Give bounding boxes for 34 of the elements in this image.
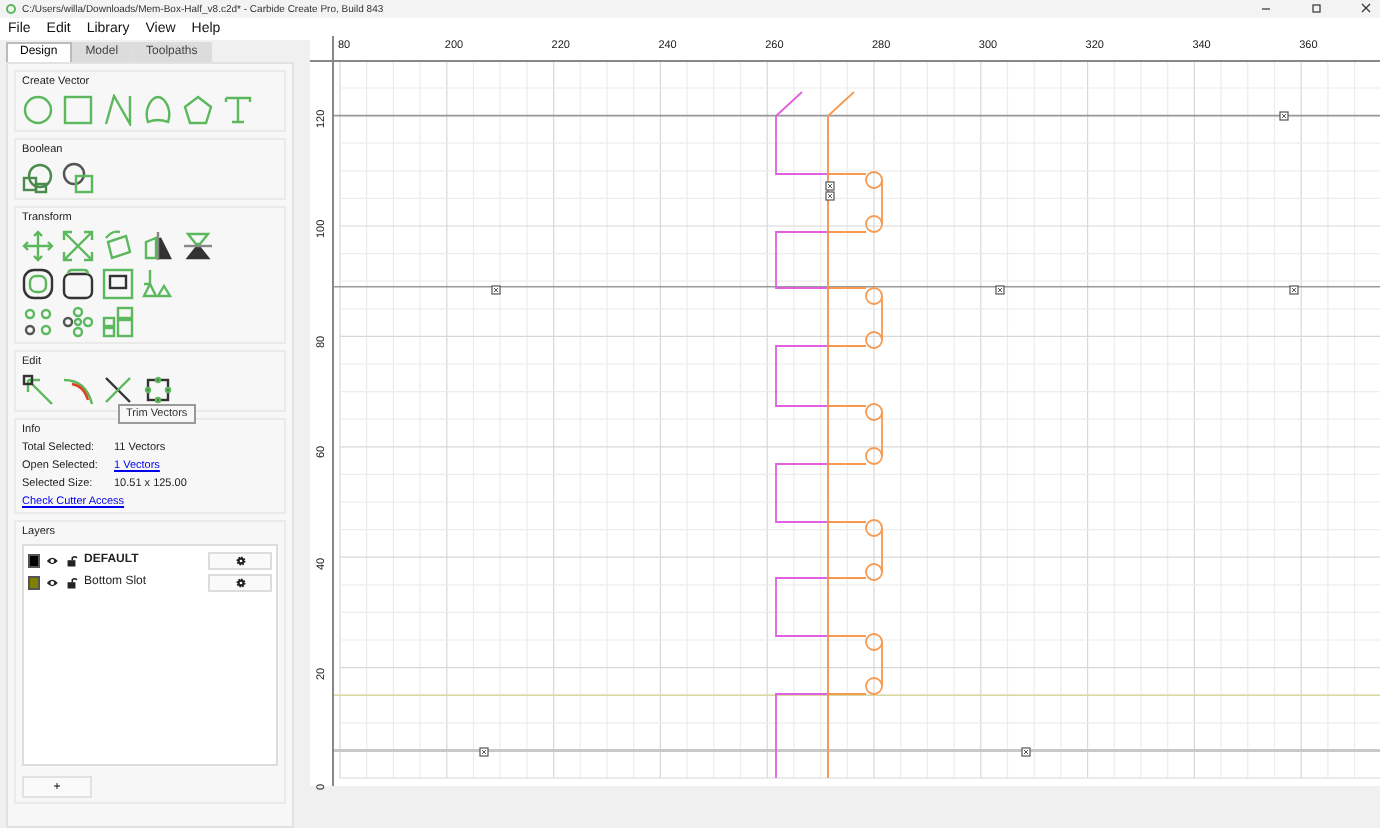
- settings-icon: [235, 577, 246, 587]
- minimize-icon[interactable]: [1258, 2, 1274, 16]
- array-tool-icon[interactable]: [22, 306, 54, 338]
- vector-paths-drawing[interactable]: [775, 91, 883, 779]
- marker-icon: [1021, 747, 1031, 757]
- join-tool-icon[interactable]: [142, 374, 174, 406]
- layer-color[interactable]: [28, 553, 41, 567]
- layer-settings-button[interactable]: [208, 573, 272, 591]
- subtract-tool-icon[interactable]: [62, 162, 94, 194]
- mirror-tool-icon[interactable]: [142, 230, 174, 262]
- offset-tool-icon[interactable]: [22, 268, 54, 300]
- marker-icon: [1279, 111, 1289, 121]
- circular-tool-icon[interactable]: [62, 306, 94, 338]
- close-icon[interactable]: [1358, 2, 1374, 16]
- settings-icon: [235, 555, 246, 565]
- flip-tool-icon[interactable]: [182, 230, 214, 262]
- layer-settings-button[interactable]: [208, 551, 272, 569]
- marker-icon: [995, 285, 1005, 295]
- maximize-icon[interactable]: [1308, 2, 1324, 16]
- node-tool-icon[interactable]: [22, 374, 54, 406]
- round-tool-icon[interactable]: [62, 268, 94, 300]
- align-tool-icon[interactable]: [102, 268, 134, 300]
- lock-icon[interactable]: [65, 553, 79, 567]
- layer-color[interactable]: [28, 575, 41, 589]
- fillet-tool-icon[interactable]: [62, 374, 94, 406]
- union-tool-icon[interactable]: [22, 162, 54, 194]
- marker-icon: [479, 747, 489, 757]
- lock-icon[interactable]: [65, 575, 79, 589]
- marker-icon: [491, 285, 501, 295]
- app-icon: [6, 4, 16, 14]
- marker-icon: [1289, 285, 1299, 295]
- eye-icon[interactable]: [46, 553, 60, 567]
- eye-icon[interactable]: [46, 575, 60, 589]
- trim-tool-icon[interactable]: [102, 374, 134, 406]
